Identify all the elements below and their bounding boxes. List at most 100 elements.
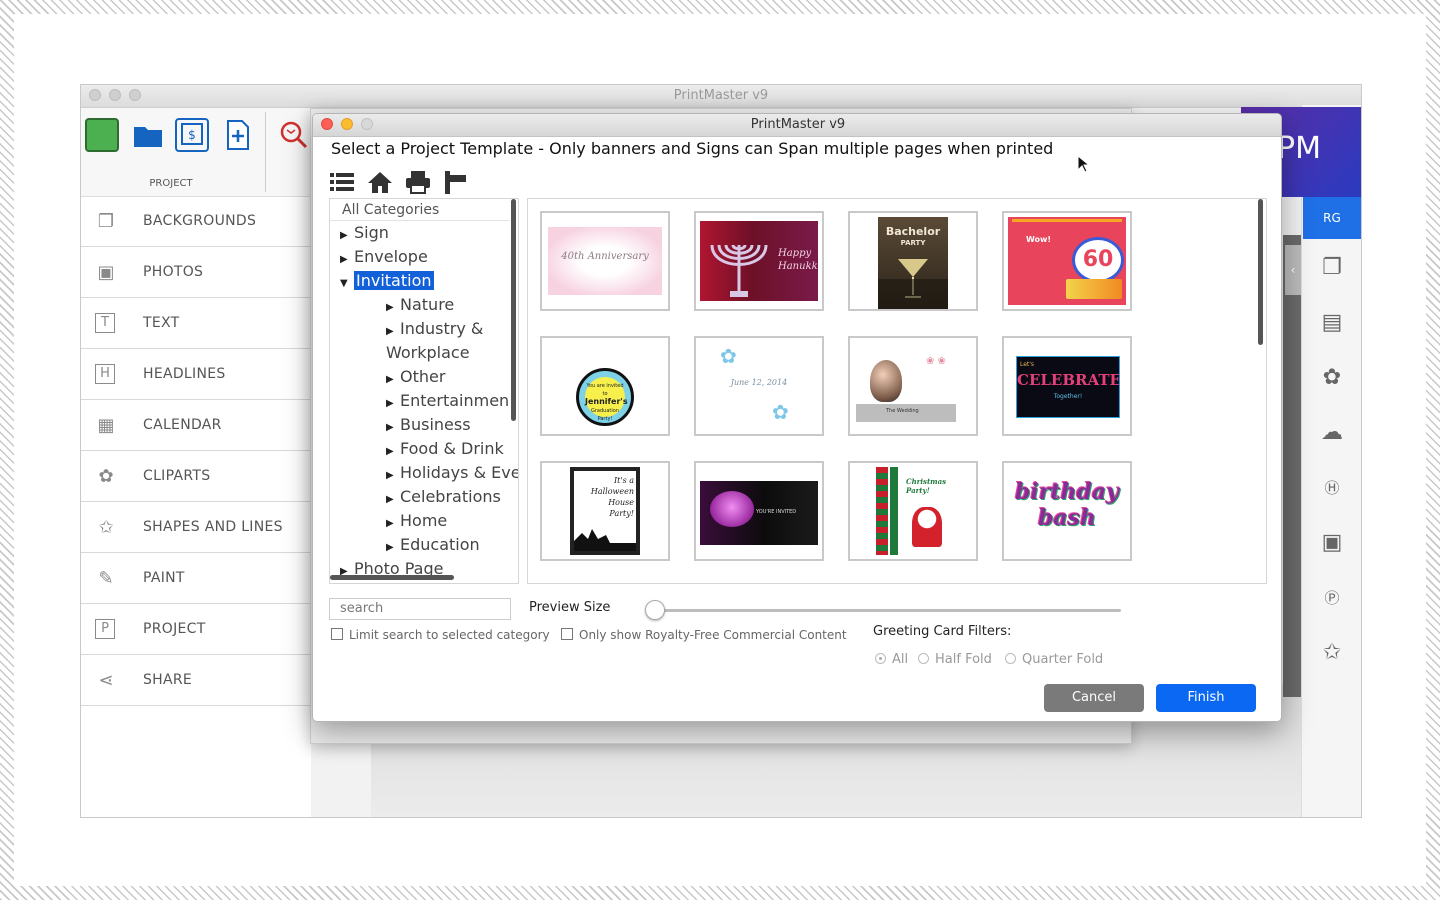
thumbnail-text: Graduation Party!	[591, 408, 619, 422]
new-document-button[interactable]	[221, 118, 255, 152]
category-invitation[interactable]: ▼ Invitation	[340, 271, 434, 290]
project-icon[interactable]: Ⓟ	[1317, 583, 1347, 613]
filter-quarter-fold-radio[interactable]: Quarter Fold	[1005, 652, 1103, 667]
sidebar-item-label: CALENDAR	[143, 417, 222, 433]
category-vertical-scrollbar[interactable]	[511, 199, 516, 421]
menorah-icon	[710, 244, 768, 297]
new-blank-project-button[interactable]	[85, 118, 119, 152]
thumbnail-image: The Wedding ❀ ❀	[856, 348, 970, 428]
sidebar-item-headlines[interactable]: H HEADLINES	[81, 350, 311, 400]
user-avatar[interactable]: RG	[1303, 197, 1361, 239]
sidebar-item-share[interactable]: ⋖ SHARE	[81, 656, 311, 706]
sidebar-item-project[interactable]: P PROJECT	[81, 605, 311, 655]
sidebar-item-photos[interactable]: ▣ PHOTOS	[81, 248, 311, 298]
category-envelope[interactable]: ▶ Envelope	[340, 247, 428, 266]
new-document-icon	[227, 120, 249, 150]
thumbnail-text: CELEBRATE	[1017, 371, 1120, 389]
subcategory-education[interactable]: ▶ Education	[386, 535, 480, 554]
template-thumbnail[interactable]: Happy Hanukkah	[694, 211, 824, 311]
template-thumbnail[interactable]: Bachelor PARTY	[848, 211, 978, 311]
collapsed-arrow-icon: ▶	[386, 422, 394, 433]
subcategory-food[interactable]: ▶ Food & Drink	[386, 439, 504, 458]
category-label: Envelope	[354, 247, 428, 266]
subcategory-industry[interactable]: ▶ Industry &	[386, 319, 483, 338]
category-label: Invitation	[354, 271, 434, 290]
royalty-free-checkbox[interactable]: Only show Royalty-Free Commercial Conten…	[561, 628, 847, 642]
app-title: PrintMaster v9	[673, 88, 769, 103]
filter-all-radio[interactable]: All	[875, 652, 908, 667]
save-icon: $	[181, 123, 203, 145]
collapsed-arrow-icon: ▶	[340, 254, 348, 265]
santa-icon	[912, 507, 942, 547]
backgrounds-icon: ❐	[97, 211, 115, 232]
template-thumbnail[interactable]: You are invited to Jennifer's Graduation…	[540, 336, 670, 436]
sidebar-item-calendar[interactable]: ▦ CALENDAR	[81, 401, 311, 451]
sidebar-item-shapes[interactable]: ✩ SHAPES AND LINES	[81, 503, 311, 553]
layers-icon[interactable]: ❐	[1317, 253, 1347, 283]
cancel-button[interactable]: Cancel	[1044, 684, 1144, 712]
camera-icon[interactable]: ▣	[1317, 528, 1347, 558]
thumbnail-text: It's a	[614, 476, 634, 485]
thumbnail-image: Bachelor PARTY	[878, 217, 948, 309]
banner-icon[interactable]	[443, 170, 469, 194]
template-thumbnail[interactable]: The Wedding ❀ ❀	[848, 336, 978, 436]
star-icon[interactable]: ✩	[1317, 638, 1347, 668]
subcategory-business[interactable]: ▶ Business	[386, 415, 471, 434]
sidebar-item-backgrounds[interactable]: ❐ BACKGROUNDS	[81, 197, 311, 247]
subcategory-industry-line2[interactable]: Workplace	[386, 343, 470, 362]
headline-icon[interactable]: Ⓗ	[1317, 473, 1347, 503]
sidebar-item-label: BACKGROUNDS	[143, 213, 257, 229]
template-thumbnail[interactable]: It's a Halloween House Party!	[540, 461, 670, 561]
subcategory-entertainment[interactable]: ▶ Entertainmen	[386, 391, 509, 410]
template-thumbnail[interactable]: 40th Anniversary	[540, 211, 670, 311]
lotus-icon: ✿	[98, 466, 114, 487]
template-thumbnail[interactable]: birthday bash	[1002, 461, 1132, 561]
brush-icon: ✎	[98, 568, 114, 589]
sidebar-item-text[interactable]: T TEXT	[81, 299, 311, 349]
search-input[interactable]: search	[329, 598, 511, 620]
subcategory-nature[interactable]: ▶ Nature	[386, 295, 454, 314]
subcategory-holidays[interactable]: ▶ Holidays & Eve	[386, 463, 518, 482]
save-project-button[interactable]: $	[175, 118, 209, 152]
subcategory-celebrations[interactable]: ▶ Celebrations	[386, 487, 501, 506]
checkbox-label: Only show Royalty-Free Commercial Conten…	[579, 628, 847, 642]
limit-search-checkbox[interactable]: Limit search to selected category	[331, 628, 550, 642]
lotus-icon[interactable]: ✿	[1317, 363, 1347, 393]
subcategory-home[interactable]: ▶ Home	[386, 511, 447, 530]
list-icon[interactable]	[329, 170, 355, 194]
category-label: Sign	[354, 223, 389, 242]
template-dialog: PrintMaster v9 Select a Project Template…	[312, 113, 1282, 722]
collapse-panel-button[interactable]: ‹	[1285, 245, 1301, 295]
thumbnail-text: House	[608, 498, 634, 507]
finish-button[interactable]: Finish	[1156, 684, 1256, 712]
subcategory-other[interactable]: ▶ Other	[386, 367, 445, 386]
collapsed-arrow-icon: ▶	[340, 230, 348, 241]
template-grid-scrollbar[interactable]	[1258, 199, 1263, 345]
sidebar-item-cliparts[interactable]: ✿ CLIPARTS	[81, 452, 311, 502]
template-thumbnail[interactable]: Let's CELEBRATE Together!	[1002, 336, 1132, 436]
radio-circle	[875, 653, 886, 664]
printer-icon[interactable]	[405, 170, 431, 194]
haunted-house-icon	[574, 529, 636, 551]
category-horizontal-scrollbar[interactable]	[330, 575, 454, 580]
zoom-button[interactable]	[277, 118, 311, 152]
checkbox-box	[561, 628, 573, 640]
template-thumbnail[interactable]: YOU'RE INVITED	[694, 461, 824, 561]
template-thumbnail[interactable]: Wow! 60	[1002, 211, 1132, 311]
preview-size-slider-track[interactable]	[653, 609, 1121, 612]
thumbnail-text: Halloween	[590, 487, 634, 496]
template-thumbnail[interactable]: ✿ ✿ June 12, 2014	[694, 336, 824, 436]
app-titlebar: PrintMaster v9	[81, 85, 1361, 108]
cloud-icon[interactable]: ☁	[1317, 418, 1347, 448]
sidebar-item-label: PROJECT	[143, 621, 206, 637]
sidebar-item-label: TEXT	[143, 315, 180, 331]
category-sign[interactable]: ▶ Sign	[340, 223, 389, 242]
template-thumbnail[interactable]: Christmas Party!	[848, 461, 978, 561]
preview-size-slider-knob[interactable]	[645, 600, 665, 620]
stack-icon[interactable]: ▤	[1317, 308, 1347, 338]
sidebar-item-paint[interactable]: ✎ PAINT	[81, 554, 311, 604]
home-icon[interactable]	[367, 170, 393, 194]
open-folder-button[interactable]	[131, 118, 165, 152]
filter-half-fold-radio[interactable]: Half Fold	[918, 652, 992, 667]
all-categories-item[interactable]: All Categories	[330, 199, 510, 221]
